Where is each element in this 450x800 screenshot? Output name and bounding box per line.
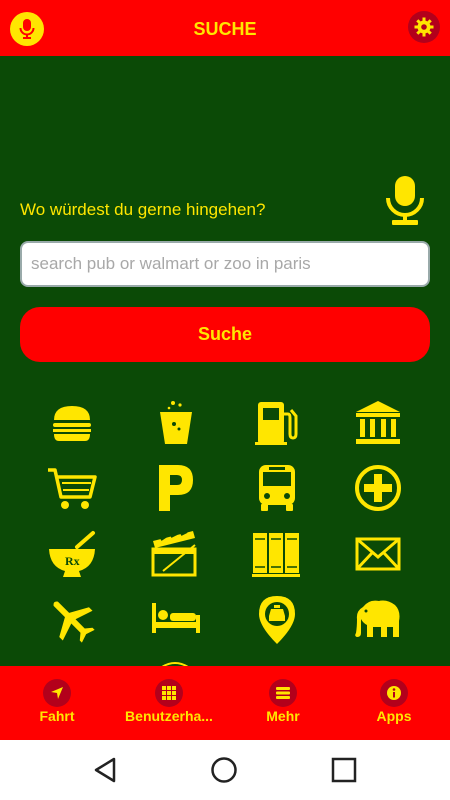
bank-icon[interactable] bbox=[351, 396, 405, 450]
search-input[interactable] bbox=[20, 241, 430, 287]
bottom-navigation: Fahrt Benutzerha... Mehr Apps bbox=[0, 666, 450, 740]
cinema-clapper-icon[interactable] bbox=[149, 527, 203, 581]
library-books-icon[interactable] bbox=[250, 527, 304, 581]
home-icon[interactable] bbox=[210, 756, 238, 784]
airplane-icon[interactable] bbox=[45, 593, 99, 647]
search-button[interactable]: Suche bbox=[20, 307, 430, 362]
system-navigation-bar bbox=[0, 740, 450, 800]
nav-item-apps[interactable]: Apps bbox=[338, 666, 450, 740]
burger-icon[interactable] bbox=[45, 396, 99, 450]
nav-item-label: Fahrt bbox=[39, 708, 75, 724]
microphone-icon[interactable] bbox=[384, 176, 426, 226]
elephant-zoo-icon[interactable] bbox=[351, 593, 405, 647]
hotel-bed-icon[interactable] bbox=[149, 593, 203, 647]
nav-item-fahrt[interactable]: Fahrt bbox=[1, 666, 113, 740]
taxi-location-icon[interactable] bbox=[250, 593, 304, 647]
search-prompt: Wo würdest du gerne hingehen? bbox=[20, 200, 266, 219]
navigation-arrow-icon bbox=[43, 679, 71, 707]
recents-icon[interactable] bbox=[330, 756, 358, 784]
pharmacy-icon[interactable]: Rx bbox=[45, 527, 99, 581]
shopping-cart-icon[interactable] bbox=[45, 461, 99, 515]
nav-item-label: Apps bbox=[376, 708, 412, 724]
fuel-icon[interactable] bbox=[250, 396, 304, 450]
grid-dots-icon bbox=[155, 679, 183, 707]
back-icon[interactable] bbox=[92, 756, 120, 784]
page-title: SUCHE bbox=[193, 19, 257, 39]
nav-item-benutzerhandbuch[interactable]: Benutzerha... bbox=[113, 666, 225, 740]
nav-item-label: Mehr bbox=[266, 708, 300, 724]
nav-item-mehr[interactable]: Mehr bbox=[227, 666, 339, 740]
gear-icon bbox=[414, 17, 434, 37]
drink-icon[interactable] bbox=[149, 396, 203, 450]
svg-text:Rx: Rx bbox=[65, 554, 80, 568]
top-bar: SUCHE bbox=[0, 0, 450, 56]
nav-item-label: Benutzerha... bbox=[125, 708, 213, 724]
bus-icon[interactable] bbox=[250, 461, 304, 515]
parking-icon[interactable] bbox=[149, 461, 203, 515]
settings-button[interactable] bbox=[408, 11, 440, 43]
info-icon bbox=[380, 679, 408, 707]
menu-lines-icon bbox=[269, 679, 297, 707]
mail-icon[interactable] bbox=[351, 527, 405, 581]
hospital-plus-icon[interactable] bbox=[351, 461, 405, 515]
